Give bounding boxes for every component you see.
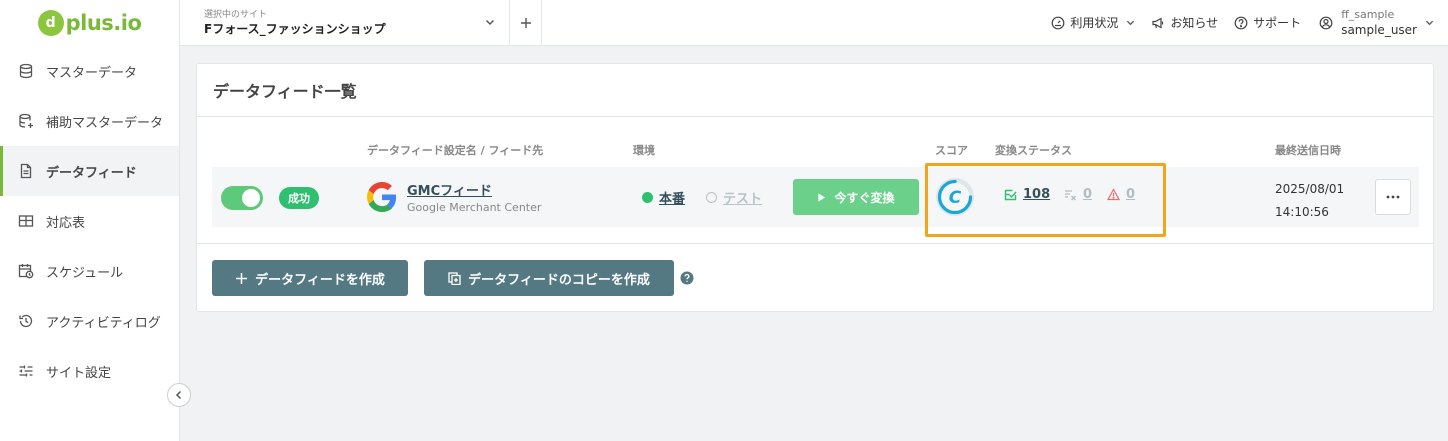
help-icon[interactable] <box>680 271 694 285</box>
user-circle-icon <box>1319 16 1333 29</box>
last-sent-datetime: 2025/08/01 14:10:56 <box>1275 178 1344 224</box>
logo[interactable]: d plus.io <box>0 0 179 46</box>
sidebar-item-label: 補助マスターデータ <box>46 115 164 131</box>
feed-name-link[interactable]: GMCフィード <box>407 180 492 199</box>
more-actions-button[interactable] <box>1375 179 1411 215</box>
site-selector[interactable]: 選択中のサイト Fフォース_ファッションショップ <box>180 0 510 46</box>
sidebar-item-site-settings[interactable]: サイト設定 <box>0 346 179 396</box>
database-plus-icon <box>19 113 33 128</box>
convert-now-button[interactable]: 今すぐ変換 <box>793 179 919 215</box>
env-test-label: テスト <box>723 192 763 207</box>
column-header-score: スコア <box>935 144 968 157</box>
logo-text: plus.io <box>65 11 142 35</box>
sidebar-item-label: マスターデータ <box>46 65 138 81</box>
sidebar-item-label: サイト設定 <box>46 365 112 381</box>
copy-icon <box>448 271 461 285</box>
excluded-count-link[interactable]: 0 <box>1064 187 1092 202</box>
sidebar: d plus.io マスターデータ 補助マスターデータ データフィード 対応表 … <box>0 0 180 441</box>
sidebar-item-data-feed[interactable]: データフィード <box>0 146 179 196</box>
sidebar-item-schedule[interactable]: スケジュール <box>0 246 179 296</box>
help-circle-icon <box>1234 16 1248 29</box>
site-caption: 選択中のサイト <box>204 9 268 20</box>
history-icon <box>19 314 33 328</box>
env-inactive-dot <box>706 192 717 203</box>
sidebar-item-mapping-table[interactable]: 対応表 <box>0 196 179 246</box>
column-header-env: 環境 <box>633 144 655 157</box>
user-menu[interactable]: ff_sample sample_user <box>1319 8 1434 38</box>
sliders-icon <box>19 365 33 377</box>
user-org: ff_sample <box>1341 7 1395 21</box>
check-list-icon <box>1004 189 1017 201</box>
gauge-icon <box>1051 16 1065 29</box>
excluded-count: 0 <box>1083 187 1093 202</box>
site-name: Fフォース_ファッションショップ <box>204 21 386 36</box>
top-header: 選択中のサイト Fフォース_ファッションショップ 利用状況 お知らせ サポート … <box>180 0 1448 46</box>
more-horizontal-icon <box>1386 195 1400 199</box>
score-ring[interactable]: C <box>934 176 976 218</box>
header-actions: 利用状況 お知らせ サポート ff_sample sample_user <box>1035 0 1448 46</box>
google-logo-icon <box>367 182 397 212</box>
sidebar-item-master-data[interactable]: マスターデータ <box>0 46 179 96</box>
document-icon <box>20 163 32 179</box>
usage-menu[interactable]: 利用状況 <box>1051 14 1135 31</box>
warning-icon <box>1107 188 1120 201</box>
create-feed-label: データフィードを作成 <box>255 272 385 288</box>
column-header-name: データフィード設定名 / フィード先 <box>367 144 544 157</box>
env-production-label: 本番 <box>659 192 686 207</box>
sidebar-item-label: スケジュール <box>46 265 124 281</box>
play-icon <box>818 192 826 202</box>
news-label: お知らせ <box>1170 16 1219 30</box>
chevron-left-icon <box>175 390 182 400</box>
warning-count-link[interactable]: 0 <box>1107 187 1135 202</box>
last-sent-time: 14:10:56 <box>1275 205 1329 219</box>
news-link[interactable]: お知らせ <box>1151 14 1218 31</box>
usage-label: 利用状況 <box>1070 16 1119 30</box>
feed-destination: Google Merchant Center <box>407 201 542 214</box>
user-name: sample_user <box>1341 22 1417 37</box>
env-active-dot <box>642 192 653 203</box>
table-row: 成功 GMCフィード Google Merchant Center 本番 テスト… <box>212 167 1419 227</box>
chevron-down-icon <box>1425 20 1434 26</box>
data-feed-list-card: データフィード一覧 データフィード設定名 / フィード先 環境 スコア 変換ステ… <box>196 63 1434 312</box>
converted-count: 108 <box>1023 187 1051 202</box>
sidebar-item-label: アクティビティログ <box>46 315 161 331</box>
page-title: データフィード一覧 <box>197 64 1433 117</box>
column-header-status: 変換ステータス <box>995 144 1072 157</box>
card-divider <box>197 243 1433 244</box>
table-icon <box>18 215 34 227</box>
chevron-down-icon <box>486 19 494 25</box>
converted-count-link[interactable]: 108 <box>1004 187 1050 202</box>
chevron-down-icon <box>1127 20 1135 26</box>
convert-now-label: 今すぐ変換 <box>834 190 895 205</box>
plus-icon <box>236 272 248 284</box>
excluded-icon <box>1065 190 1076 201</box>
sidebar-item-activity-log[interactable]: アクティビティログ <box>0 296 179 346</box>
sidebar-item-sub-master-data[interactable]: 補助マスターデータ <box>0 96 179 146</box>
support-link[interactable]: サポート <box>1234 14 1301 31</box>
create-feed-button[interactable]: データフィードを作成 <box>212 260 408 296</box>
sidebar-collapse-button[interactable] <box>167 383 191 407</box>
support-label: サポート <box>1253 16 1302 30</box>
copy-feed-label: データフィードのコピーを作成 <box>468 272 650 288</box>
env-test-link[interactable]: テスト <box>706 188 762 207</box>
user-names: ff_sample sample_user <box>1341 8 1417 38</box>
sidebar-nav: マスターデータ 補助マスターデータ データフィード 対応表 スケジュール アクテ… <box>0 46 179 396</box>
score-letter: C <box>949 188 962 208</box>
warning-count: 0 <box>1126 187 1136 202</box>
database-icon <box>19 63 33 79</box>
megaphone-icon <box>1152 16 1164 29</box>
plus-icon <box>520 17 531 28</box>
status-badge: 成功 <box>279 187 319 209</box>
env-production-link[interactable]: 本番 <box>642 188 685 207</box>
sidebar-item-label: データフィード <box>46 165 137 181</box>
copy-feed-button[interactable]: データフィードのコピーを作成 <box>424 260 674 296</box>
feed-enabled-toggle[interactable] <box>221 186 263 210</box>
logo-mark: d <box>37 10 64 36</box>
column-header-last-sent: 最終送信日時 <box>1275 144 1341 157</box>
last-sent-date: 2025/08/01 <box>1275 182 1345 196</box>
sidebar-item-label: 対応表 <box>46 215 86 231</box>
add-site-button[interactable] <box>510 0 542 46</box>
calendar-clock-icon <box>18 264 34 279</box>
